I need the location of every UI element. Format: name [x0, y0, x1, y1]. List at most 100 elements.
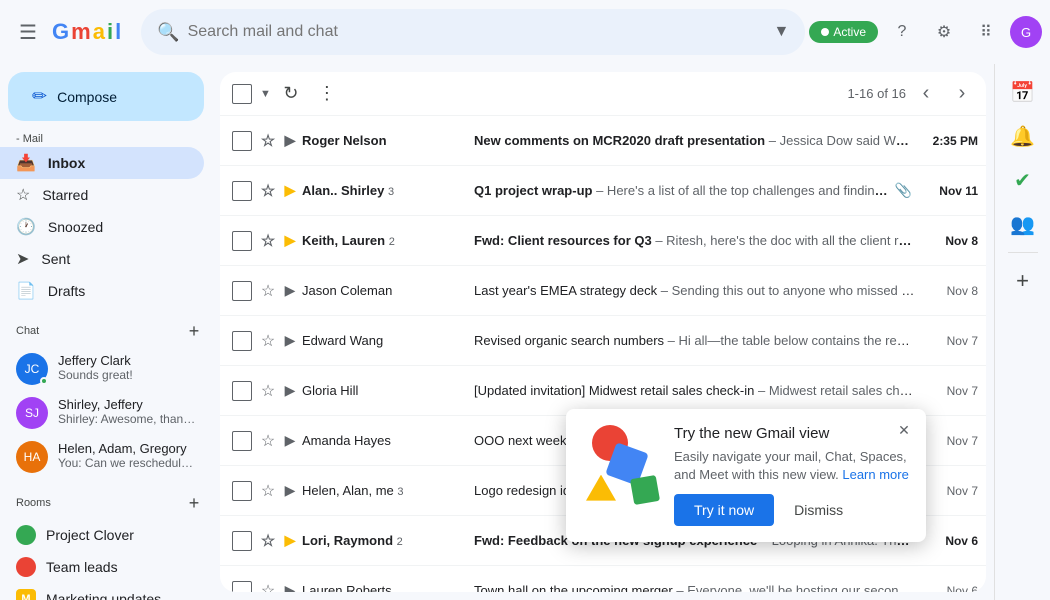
row-subject: Fwd: Client resources for Q3 – Ritesh, h…: [474, 233, 916, 248]
compose-button[interactable]: ✏ Compose: [8, 72, 204, 121]
select-dropdown-arrow[interactable]: ▼: [260, 88, 271, 100]
row-checkbox[interactable]: [232, 231, 252, 251]
email-row[interactable]: ☆ ▶ Roger Nelson New comments on MCR2020…: [220, 116, 986, 166]
row-time: Nov 7: [918, 334, 978, 348]
room-label: Project Clover: [46, 527, 134, 543]
popup-content: Try the new Gmail view Easily navigate y…: [674, 425, 910, 526]
row-checkbox[interactable]: [232, 481, 252, 501]
select-all-checkbox[interactable]: [232, 84, 252, 104]
row-time: Nov 6: [918, 584, 978, 593]
row-important[interactable]: ▶: [280, 231, 300, 251]
row-time: Nov 8: [918, 284, 978, 298]
row-sender: Roger Nelson: [302, 133, 472, 148]
popup-graphic: [582, 425, 662, 505]
row-star[interactable]: ☆: [258, 531, 278, 551]
row-time: 2:35 PM: [918, 134, 978, 148]
row-star[interactable]: ☆: [258, 131, 278, 151]
row-time: Nov 7: [918, 384, 978, 398]
row-star[interactable]: ☆: [258, 331, 278, 351]
dismiss-button[interactable]: Dismiss: [782, 494, 855, 526]
chat-item-jeffery[interactable]: JC Jeffery Clark Sounds great!: [0, 347, 204, 391]
room-label: Marketing updates: [46, 591, 161, 600]
room-item-marketing[interactable]: M Marketing updates: [0, 583, 204, 600]
row-important[interactable]: ▶: [280, 181, 300, 201]
refresh-button[interactable]: ↻: [275, 78, 307, 110]
email-row[interactable]: ☆ ▶ Alan.. Shirley 3 Q1 project wrap-up …: [220, 166, 986, 216]
email-row[interactable]: ☆ ▶ Lauren Roberts Town hall on the upco…: [220, 566, 986, 592]
row-checkbox[interactable]: [232, 431, 252, 451]
more-button[interactable]: ⋮: [311, 78, 343, 110]
sidebar-item-drafts[interactable]: 📄 Drafts: [0, 275, 204, 307]
row-star[interactable]: ☆: [258, 581, 278, 593]
right-icon-contacts[interactable]: 👥: [1003, 204, 1043, 244]
sidebar-item-inbox[interactable]: 📥 Inbox: [0, 147, 204, 179]
row-checkbox[interactable]: [232, 381, 252, 401]
row-star[interactable]: ☆: [258, 231, 278, 251]
email-row[interactable]: ☆ ▶ Keith, Lauren 2 Fwd: Client resource…: [220, 216, 986, 266]
row-important[interactable]: ▶: [280, 381, 300, 401]
sidebar-item-starred[interactable]: ☆ Starred: [0, 179, 204, 211]
account-avatar[interactable]: G: [1010, 16, 1042, 48]
help-icon[interactable]: ?: [884, 14, 920, 50]
rooms-add-button[interactable]: +: [180, 489, 208, 517]
try-it-now-button[interactable]: Try it now: [674, 494, 774, 526]
row-important[interactable]: ▶: [280, 581, 300, 593]
right-sidebar: 📅 🔔 ✔ 👥 +: [994, 64, 1050, 600]
row-important[interactable]: ▶: [280, 431, 300, 451]
room-dot: M: [16, 589, 36, 600]
row-important[interactable]: ▶: [280, 331, 300, 351]
row-sender: Helen, Alan, me 3: [302, 483, 472, 498]
row-important[interactable]: ▶: [280, 481, 300, 501]
right-icon-tasks[interactable]: ✔: [1003, 160, 1043, 200]
search-bar: 🔍 ▼: [141, 9, 805, 55]
row-important[interactable]: ▶: [280, 531, 300, 551]
row-star[interactable]: ☆: [258, 181, 278, 201]
apps-icon[interactable]: ⠿: [968, 14, 1004, 50]
row-subject: [Updated invitation] Midwest retail sale…: [474, 383, 916, 398]
row-checkbox[interactable]: [232, 281, 252, 301]
avatar: HA: [16, 441, 48, 473]
chat-add-button[interactable]: +: [180, 317, 208, 345]
row-important[interactable]: ▶: [280, 281, 300, 301]
room-item-team-leads[interactable]: Team leads: [0, 551, 204, 583]
row-checkbox[interactable]: [232, 181, 252, 201]
row-subject: Revised organic search numbers – Hi all—…: [474, 333, 916, 348]
sidebar-item-sent[interactable]: ➤ Sent: [0, 243, 204, 275]
row-checkbox[interactable]: [232, 581, 252, 593]
avatar: SJ: [16, 397, 48, 429]
right-icon-keep[interactable]: 🔔: [1003, 116, 1043, 156]
chat-name: Jeffery Clark: [58, 353, 133, 368]
attachment-icon: 📎: [895, 182, 912, 199]
row-checkbox[interactable]: [232, 531, 252, 551]
learn-more-link[interactable]: Learn more: [842, 467, 908, 482]
filter-icon[interactable]: ▼: [773, 23, 789, 41]
row-star[interactable]: ☆: [258, 481, 278, 501]
next-page-button[interactable]: ›: [946, 78, 978, 110]
row-time: Nov 6: [918, 534, 978, 548]
row-checkbox[interactable]: [232, 131, 252, 151]
right-icon-calendar[interactable]: 📅: [1003, 72, 1043, 112]
popup-title: Try the new Gmail view: [674, 425, 910, 442]
email-row[interactable]: ☆ ▶ Edward Wang Revised organic search n…: [220, 316, 986, 366]
prev-page-button[interactable]: ‹: [910, 78, 942, 110]
row-sender: Alan.. Shirley 3: [302, 183, 472, 198]
room-dot: [16, 557, 36, 577]
row-subject: Town hall on the upcoming merger – Every…: [474, 583, 916, 592]
right-icon-add[interactable]: +: [1003, 261, 1043, 301]
row-important[interactable]: ▶: [280, 131, 300, 151]
row-checkbox[interactable]: [232, 331, 252, 351]
chat-item-helen[interactable]: HA Helen, Adam, Gregory You: Can we resc…: [0, 435, 204, 479]
row-star[interactable]: ☆: [258, 431, 278, 451]
row-star[interactable]: ☆: [258, 381, 278, 401]
row-star[interactable]: ☆: [258, 281, 278, 301]
room-item-project-clover[interactable]: Project Clover: [0, 519, 204, 551]
row-time: Nov 7: [918, 434, 978, 448]
settings-icon[interactable]: ⚙: [926, 14, 962, 50]
email-row[interactable]: ☆ ▶ Jason Coleman Last year's EMEA strat…: [220, 266, 986, 316]
chat-name: Helen, Adam, Gregory: [58, 441, 198, 456]
search-input[interactable]: [188, 23, 766, 41]
chat-item-shirley[interactable]: SJ Shirley, Jeffery Shirley: Awesome, th…: [0, 391, 204, 435]
popup-close-button[interactable]: ✕: [890, 417, 918, 445]
sidebar-item-snoozed[interactable]: 🕐 Snoozed: [0, 211, 204, 243]
hamburger-icon[interactable]: ☰: [8, 12, 48, 52]
